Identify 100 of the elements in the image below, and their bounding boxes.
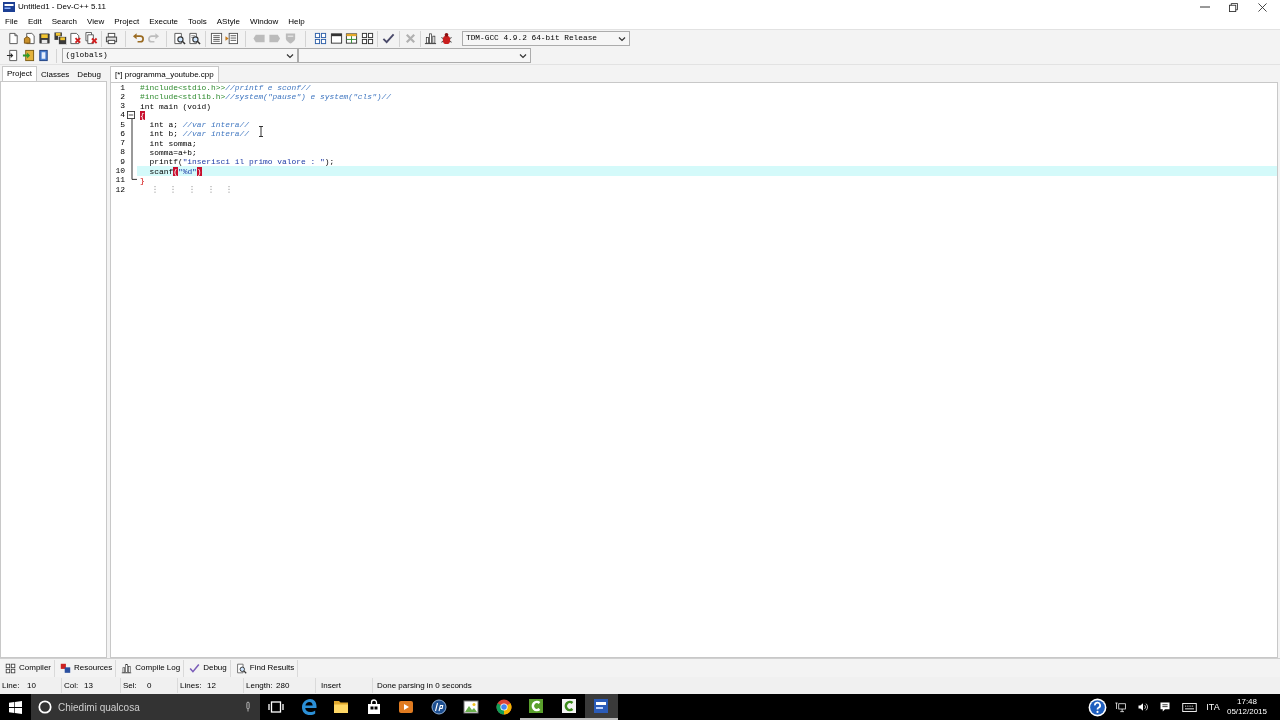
clock-time[interactable]: 17:48 <box>1237 697 1257 707</box>
menu-item[interactable]: View <box>82 17 110 26</box>
page-cross-icon[interactable] <box>69 32 83 45</box>
status-label: Line: <box>2 681 21 690</box>
cubes-icon <box>60 662 71 674</box>
four-squares-icon[interactable] <box>360 32 374 45</box>
arrow-box-icon[interactable] <box>21 49 35 62</box>
bottom-tab[interactable]: Resources <box>57 659 117 677</box>
circle-icon <box>38 700 52 714</box>
bar-chart-icon <box>121 662 133 674</box>
browser-icon[interactable] <box>300 699 317 715</box>
menu-item[interactable]: Edit <box>22 17 47 26</box>
curved-arrow-icon[interactable] <box>131 32 145 45</box>
status-value: 13 <box>84 681 93 690</box>
page-folder-icon[interactable] <box>22 32 36 45</box>
four-squares-icon[interactable] <box>314 32 328 45</box>
page-magnifier-icon[interactable] <box>172 32 186 45</box>
pages-cross-icon[interactable] <box>84 32 98 45</box>
window-title: Untitled1 - Dev-C++ 5.11 <box>18 3 106 11</box>
line-number: 9 <box>119 157 125 166</box>
status-value: 0 <box>147 681 152 690</box>
ring-logo-icon[interactable] <box>495 699 512 715</box>
bottom-tab[interactable]: Compiler <box>2 659 55 677</box>
windows-logo-icon[interactable] <box>9 700 22 714</box>
line-number: 2 <box>119 92 125 101</box>
window-grid-icon[interactable] <box>345 32 359 45</box>
status-label: Length: <box>246 681 274 690</box>
lines-icon[interactable] <box>209 32 223 45</box>
folder-icon[interactable] <box>333 699 350 715</box>
language-indicator[interactable]: ITA <box>1206 702 1220 712</box>
shopping-bag-icon[interactable] <box>365 699 382 715</box>
clock-date[interactable]: 05/12/2015 <box>1226 707 1267 717</box>
panel-tab[interactable]: Project <box>2 66 37 81</box>
volume-icon[interactable] <box>1137 701 1149 713</box>
keyboard-icon[interactable] <box>1181 702 1197 712</box>
window-icon[interactable] <box>329 32 343 45</box>
network-icon[interactable] <box>1115 701 1127 713</box>
restore-icon[interactable] <box>1229 2 1238 12</box>
app-tile-icon[interactable] <box>560 698 577 714</box>
menu-item[interactable]: Help <box>283 17 310 26</box>
line-number: 1 <box>119 83 125 92</box>
taskbar-button[interactable] <box>585 694 618 720</box>
minus-box-icon[interactable] <box>127 111 135 120</box>
printer-icon[interactable] <box>105 32 119 45</box>
line-number: 6 <box>119 129 125 138</box>
menu-item[interactable]: Execute <box>144 17 184 26</box>
edit-mode-text: Insert <box>321 681 341 690</box>
document-icon[interactable] <box>37 49 51 62</box>
page-magnifier-icon <box>235 662 247 674</box>
message-icon[interactable] <box>1159 701 1171 713</box>
minimize-icon[interactable] <box>1199 6 1210 8</box>
bottom-tab[interactable]: Debug <box>186 659 231 677</box>
menu-item[interactable]: File <box>0 17 23 26</box>
blank-page-icon[interactable] <box>7 32 21 45</box>
bottom-tab[interactable]: Compile Log <box>118 659 185 677</box>
floppy-disks-icon[interactable] <box>53 32 67 45</box>
line-number: 10 <box>114 167 125 175</box>
play-tile-icon[interactable] <box>398 699 415 715</box>
menu-item[interactable]: Window <box>244 17 284 26</box>
line-number: 11 <box>114 176 125 185</box>
menu-item[interactable]: Project <box>109 17 145 26</box>
line-number: 8 <box>119 148 125 157</box>
panel-tab[interactable]: Classes <box>36 68 74 81</box>
text-cursor-icon <box>258 126 264 137</box>
status-value: 280 <box>276 681 290 690</box>
four-squares-icon <box>5 662 16 674</box>
app-tile-icon[interactable] <box>528 698 545 714</box>
page-magnifier-icon[interactable] <box>188 32 202 45</box>
line-number: 4 <box>119 111 125 120</box>
picture-icon[interactable] <box>463 699 480 715</box>
menu-item[interactable]: AStyle <box>211 17 245 26</box>
search-input[interactable]: Chiedimi qualcosa <box>58 699 228 715</box>
round-logo-icon[interactable] <box>430 699 447 715</box>
microphone-icon[interactable] <box>245 701 251 713</box>
status-label: Col: <box>64 681 80 690</box>
status-value: 10 <box>27 681 36 690</box>
status-label: Sel: <box>123 681 138 690</box>
bar-chart-icon[interactable] <box>424 32 438 45</box>
menu-item[interactable]: Tools <box>183 17 212 26</box>
menu-item[interactable]: Search <box>46 17 83 26</box>
line-number: 12 <box>114 185 125 194</box>
bug-icon[interactable] <box>439 32 453 45</box>
caret-icon <box>518 52 527 59</box>
caret-icon <box>285 52 294 59</box>
file-tab[interactable]: [*] programma_youtube.cpp <box>110 66 219 82</box>
help-icon[interactable] <box>1087 697 1107 717</box>
fold-bracket-icon <box>130 119 137 181</box>
close-icon[interactable] <box>1258 2 1267 12</box>
line-number: 7 <box>119 139 125 148</box>
bottom-tab[interactable]: Find Results <box>232 659 299 677</box>
caret-icon <box>618 35 626 42</box>
task-view-icon[interactable] <box>268 699 285 715</box>
check-icon <box>189 662 201 674</box>
check-icon[interactable] <box>382 32 396 45</box>
status-label: Lines: <box>180 681 203 690</box>
line-number: 5 <box>119 120 125 129</box>
panel-tab[interactable]: Debug <box>73 68 105 81</box>
search-field[interactable]: Chiedimi qualcosa <box>31 694 260 720</box>
app-tile-icon[interactable] <box>593 698 610 714</box>
status-value: 12 <box>207 681 216 690</box>
